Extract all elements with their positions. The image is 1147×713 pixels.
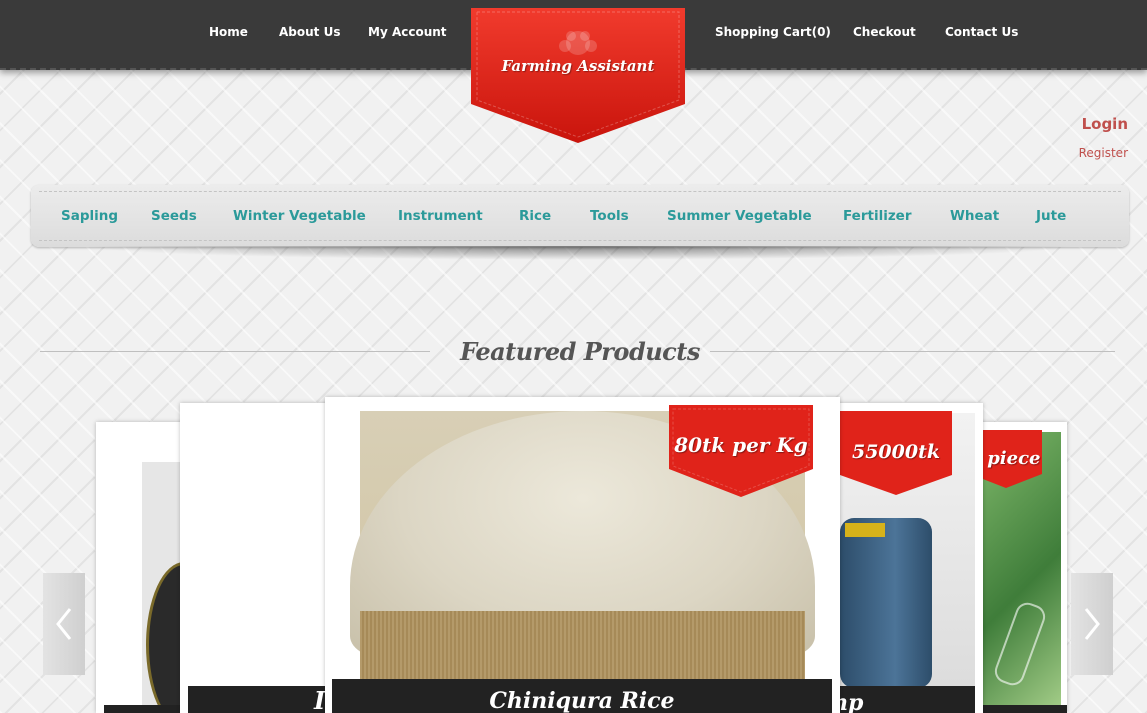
product-image-label [845,523,885,537]
nav-home-link[interactable]: Home [209,25,248,39]
category-winter-vegetable[interactable]: Winter Vegetable [233,208,366,224]
chevron-right-icon [1084,608,1100,640]
nav-about-us-link[interactable]: About Us [279,25,340,39]
featured-products-title: Featured Products [460,337,700,366]
category-tools[interactable]: Tools [590,208,629,224]
product-image-shape [840,518,932,688]
category-fertilizer[interactable]: Fertilizer [843,208,912,224]
carousel-next-button[interactable] [1071,573,1113,675]
price-label: 80tk per Kg [674,433,808,457]
category-sapling[interactable]: Sapling [61,208,118,224]
logo-text: Farming Assistant [501,57,655,75]
site-logo[interactable]: Farming Assistant [471,8,685,143]
category-rice[interactable]: Rice [519,208,551,224]
category-jute[interactable]: Jute [1036,208,1066,224]
category-summer-vegetable[interactable]: Summer Vegetable [667,208,812,224]
product-card-left[interactable]: I [180,403,338,713]
nav-checkout-link[interactable]: Checkout [853,25,916,39]
category-instrument[interactable]: Instrument [398,208,483,224]
category-bar-shadow [80,246,1080,260]
price-ribbon: 80tk per Kg [669,405,813,497]
price-label: 55000tk [851,441,941,463]
chevron-left-icon [56,608,72,640]
register-link[interactable]: Register [1079,146,1128,160]
nav-my-account-link[interactable]: My Account [368,25,447,39]
heading-divider-left [40,351,430,352]
nav-shopping-cart-link[interactable]: Shopping Cart(0) [715,25,831,39]
product-card-main[interactable]: 80tk per Kg Chiniqura Rice [325,397,840,713]
product-caption: I [188,686,338,713]
product-card-right[interactable]: 55000tk np [820,403,983,713]
product-caption: np [820,686,975,713]
product-caption: Chiniqura Rice [332,679,832,713]
nav-contact-us-link[interactable]: Contact Us [945,25,1018,39]
login-link[interactable]: Login [1082,115,1128,133]
category-wheat[interactable]: Wheat [950,208,999,224]
logo-badge-shape [471,8,685,143]
carousel-prev-button[interactable] [43,573,85,675]
price-ribbon: 55000tk [840,411,952,495]
category-seeds[interactable]: Seeds [151,208,197,224]
heading-divider-right [710,351,1115,352]
